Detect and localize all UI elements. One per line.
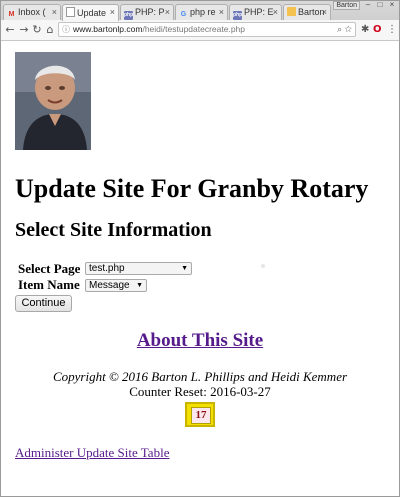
tab-title: PHP: P bbox=[135, 7, 165, 17]
minimize-icon[interactable]: – bbox=[362, 0, 374, 9]
tab-barton[interactable]: Barton × bbox=[283, 4, 331, 20]
section-heading: Select Site Information bbox=[15, 219, 212, 241]
php-icon: php bbox=[233, 11, 243, 20]
profile-button[interactable]: Barton bbox=[333, 1, 360, 10]
gmail-icon: M bbox=[8, 11, 15, 18]
item-name-label: Item Name bbox=[18, 277, 80, 292]
tab-title: PHP: E bbox=[244, 7, 274, 17]
browser-tab-strip: M Inbox ( × Update × php PHP: P × Gphp re … bbox=[0, 0, 400, 21]
menu-kebab-icon[interactable]: ⋮ bbox=[387, 23, 397, 37]
tab-title: php re bbox=[190, 7, 216, 17]
tab-php-re[interactable]: Gphp re × bbox=[175, 4, 228, 20]
counter-reset-text: Counter Reset: 2016-03-27 bbox=[129, 384, 271, 399]
close-icon[interactable]: × bbox=[273, 7, 278, 17]
address-bar[interactable]: ⓘ www.bartonlp.com/heidi/testupdatecreat… bbox=[58, 22, 356, 37]
bookmark-star-icon[interactable]: ☆ bbox=[345, 24, 352, 34]
chevron-down-icon: ▼ bbox=[181, 265, 188, 272]
close-icon[interactable]: × bbox=[52, 7, 57, 17]
omnibox-actions: ⌕ ☆ bbox=[337, 23, 352, 36]
reload-icon[interactable]: ↻ bbox=[31, 23, 43, 37]
zoom-icon[interactable]: ⌕ bbox=[337, 24, 342, 34]
close-icon[interactable]: × bbox=[110, 7, 115, 17]
portrait-image bbox=[15, 52, 91, 150]
select-page-row: Select Page bbox=[18, 261, 80, 277]
select-page-dropdown[interactable]: test.php ▼ bbox=[85, 262, 192, 275]
close-icon[interactable]: × bbox=[219, 7, 224, 17]
tab-update[interactable]: Update × bbox=[62, 4, 119, 21]
page-title: Update Site For Granby Rotary bbox=[15, 174, 369, 203]
page-content: Update Site For Granby Rotary Select Sit… bbox=[0, 41, 400, 497]
about-section: About This Site bbox=[0, 330, 400, 352]
portrait-photo bbox=[15, 52, 91, 150]
google-icon: G bbox=[180, 11, 187, 18]
forward-arrow-icon[interactable]: → bbox=[18, 23, 30, 37]
browser-toolbar: ← → ↻ ⌂ ⓘ www.bartonlp.com/heidi/testupd… bbox=[0, 20, 400, 41]
about-link[interactable]: About This Site bbox=[137, 330, 263, 351]
close-icon[interactable]: × bbox=[322, 7, 327, 17]
url-host: www.bartonlp.com bbox=[73, 24, 143, 34]
opera-extension-icon[interactable]: O bbox=[373, 23, 382, 37]
tab-title: Update bbox=[77, 8, 107, 18]
item-name-value: Message bbox=[89, 280, 130, 291]
document-icon bbox=[66, 7, 75, 17]
close-window-icon[interactable]: × bbox=[386, 0, 398, 9]
select-page-label: Select Page bbox=[18, 261, 81, 276]
document-icon bbox=[287, 7, 296, 16]
tab-title: Inbox ( bbox=[18, 7, 46, 17]
back-arrow-icon[interactable]: ← bbox=[4, 23, 16, 37]
admin-section: Administer Update Site Table bbox=[15, 445, 169, 461]
chevron-down-icon: ▼ bbox=[136, 282, 143, 289]
hit-counter-value: 17 bbox=[191, 407, 211, 424]
select-page-value: test.php bbox=[89, 263, 125, 274]
tab-inbox[interactable]: M Inbox ( × bbox=[3, 4, 61, 20]
window-controls: – □ × bbox=[362, 0, 398, 9]
tab-php-p[interactable]: php PHP: P × bbox=[120, 4, 174, 20]
maximize-icon[interactable]: □ bbox=[374, 0, 386, 9]
administer-link[interactable]: Administer Update Site Table bbox=[15, 445, 169, 460]
continue-button[interactable]: Continue bbox=[15, 295, 72, 312]
decorative-dot bbox=[261, 264, 265, 268]
hit-counter: 17 bbox=[185, 402, 215, 427]
copyright-text: Copyright © 2016 Barton L. Phillips and … bbox=[52, 369, 348, 384]
item-name-dropdown[interactable]: Message ▼ bbox=[85, 279, 147, 292]
close-icon[interactable]: × bbox=[165, 7, 170, 17]
tab-title: Barton bbox=[298, 7, 325, 17]
item-name-row: Item Name bbox=[18, 277, 80, 293]
php-icon: php bbox=[124, 11, 134, 20]
extension-gear-icon[interactable]: ✱ bbox=[361, 23, 369, 37]
url-path: /heidi/testupdatecreate.php bbox=[142, 24, 246, 34]
home-icon[interactable]: ⌂ bbox=[44, 23, 56, 37]
tab-php-e[interactable]: php PHP: E × bbox=[229, 4, 282, 20]
page-info-icon[interactable]: ⓘ bbox=[62, 23, 70, 36]
